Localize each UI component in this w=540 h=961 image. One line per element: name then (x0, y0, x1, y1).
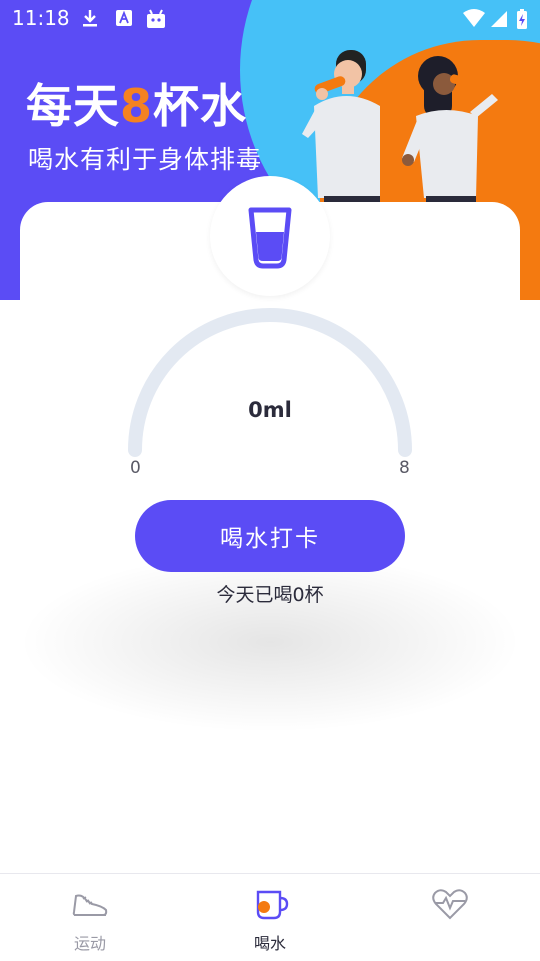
sneaker-icon (72, 894, 108, 916)
cup-badge (210, 176, 330, 296)
status-bar: 11:18 (0, 0, 540, 36)
gauge-track (128, 308, 412, 457)
gauge-progress (135, 315, 405, 450)
hero-title-suffix: 杯水 (153, 79, 248, 133)
nav-label-exercise: 运动 (73, 934, 106, 953)
wifi-icon (463, 9, 485, 27)
nav-label-water: 喝水 (253, 934, 286, 953)
heart-pulse-icon (432, 889, 468, 920)
download-icon (83, 10, 97, 27)
battery-charging-icon (517, 9, 527, 29)
nav-item-water[interactable]: 喝水 (180, 874, 360, 961)
gauge-max-label: 8 (399, 458, 410, 478)
woman-drinking-illustration (402, 56, 498, 204)
hero-title: 每天8杯水 (26, 70, 247, 136)
hero-subtitle: 喝水有利于身体排毒 (28, 145, 263, 174)
status-time: 11:18 (12, 6, 70, 30)
mug-icon (256, 890, 289, 920)
gauge-current-amount: 0ml (248, 398, 292, 422)
android-debug-icon (147, 9, 165, 28)
today-cups-text: 今天已喝0杯 (216, 584, 324, 606)
bottom-nav: 运动 喝水 (0, 873, 540, 961)
font-app-icon (116, 10, 132, 26)
water-glass-icon (248, 207, 292, 269)
drink-checkin-button[interactable]: 喝水打卡 (135, 500, 405, 572)
cell-signal-icon (491, 11, 507, 27)
nav-item-health[interactable] (360, 874, 540, 961)
water-gauge (128, 308, 412, 457)
hero-title-number: 8 (120, 79, 154, 133)
gauge-min-label: 0 (130, 458, 141, 478)
hero-title-prefix: 每天 (26, 79, 120, 133)
nav-item-exercise[interactable]: 运动 (0, 874, 180, 961)
